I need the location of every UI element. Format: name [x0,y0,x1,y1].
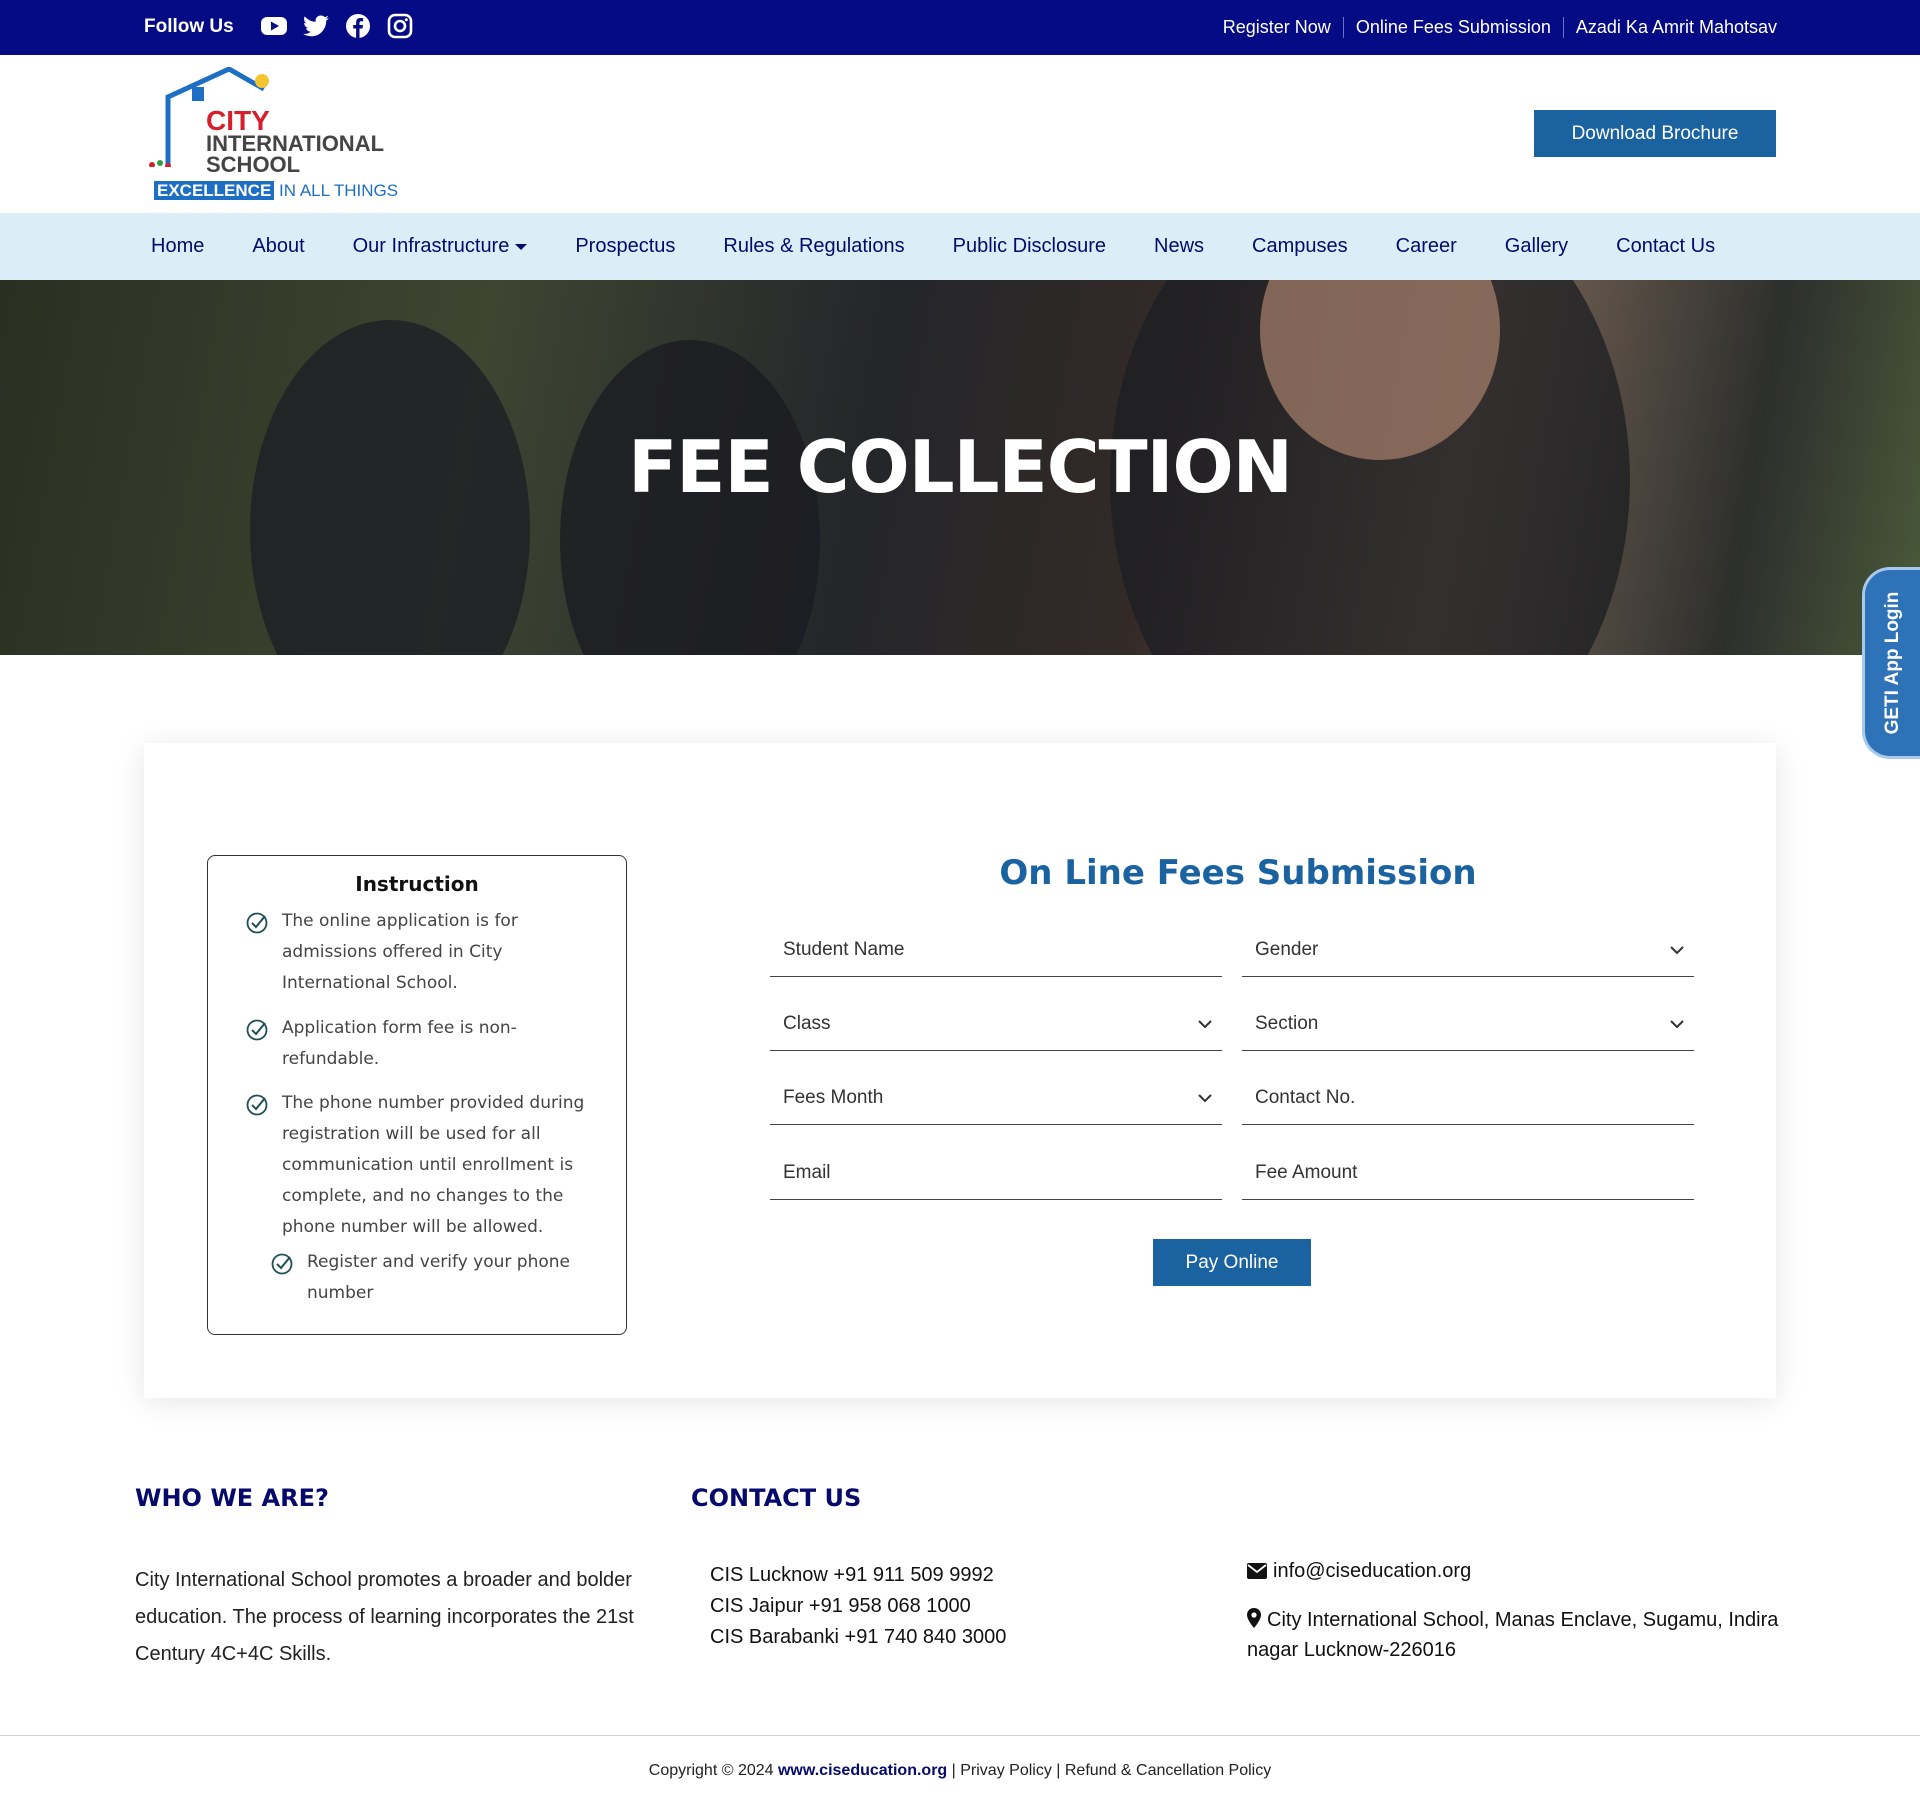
email-input[interactable]: Email [770,1150,1222,1200]
main-nav: Home About Our Infrastructure Prospectus… [0,213,1920,280]
nav-gallery[interactable]: Gallery [1505,235,1568,258]
fee-card: Instruction The online application is fo… [144,743,1776,1398]
privacy-link[interactable]: Privay Policy [960,1762,1052,1779]
check-circle-icon [246,1019,268,1041]
nav-prospectus[interactable]: Prospectus [575,235,675,258]
chevron-down-icon [1198,1094,1212,1103]
student-name-input[interactable]: Student Name [770,927,1222,977]
nav-about[interactable]: About [252,235,304,258]
email-contact[interactable]: info@ciseducation.org [1247,1560,1471,1583]
instruction-title: Instruction [355,872,479,896]
site-header: CITY INTERNATIONAL SCHOOL EXCELLENCE IN … [0,55,1920,213]
envelope-icon [1247,1563,1267,1579]
instruction-item: Application form fee is non-refundable. [246,1013,606,1075]
register-now-link[interactable]: Register Now [1211,17,1344,38]
chevron-down-icon [1198,1020,1212,1029]
online-fees-link[interactable]: Online Fees Submission [1344,17,1564,38]
refund-link[interactable]: Refund & Cancellation Policy [1065,1762,1271,1779]
contact-us-heading: CONTACT US [691,1484,862,1512]
class-select[interactable]: Class [770,1001,1222,1051]
top-links: Register Now Online Fees Submission Azad… [1211,17,1777,38]
who-we-are-heading: WHO WE ARE? [135,1484,329,1512]
download-brochure-button[interactable]: Download Brochure [1534,110,1776,157]
school-logo[interactable]: CITY INTERNATIONAL SCHOOL EXCELLENCE IN … [144,67,404,207]
instagram-icon[interactable] [386,12,414,40]
geti-app-login-tab[interactable]: GETI App Login [1862,567,1920,759]
map-pin-icon [1247,1608,1261,1628]
address-text: City International School, Manas Enclave… [1247,1609,1779,1661]
footer-divider [0,1735,1920,1736]
email-text: info@ciseducation.org [1273,1560,1472,1582]
check-circle-icon [246,912,268,934]
instruction-item: Register and verify your phone number [271,1247,601,1309]
copyright-text: Copyright © 2024 [648,1762,774,1779]
twitter-icon[interactable] [302,12,330,40]
instruction-item: The online application is for admissions… [246,906,606,999]
nav-infrastructure[interactable]: Our Infrastructure [353,235,528,258]
check-circle-icon [271,1253,293,1275]
azadi-link[interactable]: Azadi Ka Amrit Mahotsav [1564,17,1777,38]
contact-no-input[interactable]: Contact No. [1242,1075,1694,1125]
nav-public-disclosure[interactable]: Public Disclosure [953,235,1106,258]
who-we-are-text: City International School promotes a bro… [135,1569,634,1665]
fee-amount-input[interactable]: Fee Amount [1242,1150,1694,1200]
pay-online-button[interactable]: Pay Online [1153,1239,1311,1286]
form-title: On Line Fees Submission [999,853,1477,893]
section-select[interactable]: Section [1242,1001,1694,1051]
logo-tagline: EXCELLENCE IN ALL THINGS [154,181,398,201]
nav-campuses[interactable]: Campuses [1252,235,1348,258]
social-links [260,12,414,40]
geti-app-login-label: GETI App Login [1881,591,1903,735]
phone-lucknow[interactable]: CIS Lucknow +91 911 509 9992 [710,1560,1006,1591]
youtube-icon[interactable] [260,12,288,40]
phone-list: CIS Lucknow +91 911 509 9992 CIS Jaipur … [710,1560,1006,1653]
top-bar: Follow Us Register Now Online Fees Submi… [0,0,1920,55]
nav-home[interactable]: Home [151,235,204,258]
chevron-down-icon [1670,946,1684,955]
instruction-item: The phone number provided during registr… [246,1088,606,1243]
address-contact: City International School, Manas Enclave… [1247,1605,1787,1665]
follow-us-label: Follow Us [144,16,234,37]
copyright-bar: Copyright © 2024 www.ciseducation.org | … [648,1762,1272,1779]
nav-career[interactable]: Career [1396,235,1457,258]
page-title: FEE COLLECTION [628,425,1293,509]
gender-select[interactable]: Gender [1242,927,1694,977]
site-link[interactable]: www.ciseducation.org [778,1762,947,1779]
nav-news[interactable]: News [1154,235,1204,258]
chevron-down-icon [1670,1020,1684,1029]
logo-school: SCHOOL [206,152,301,177]
facebook-icon[interactable] [344,12,372,40]
hero-banner: FEE COLLECTION [0,280,1920,655]
nav-contact[interactable]: Contact Us [1616,235,1715,258]
fees-month-select[interactable]: Fees Month [770,1075,1222,1125]
instruction-box: Instruction The online application is fo… [207,855,627,1335]
phone-jaipur[interactable]: CIS Jaipur +91 958 068 1000 [710,1591,1006,1622]
nav-rules[interactable]: Rules & Regulations [723,235,904,258]
phone-barabanki[interactable]: CIS Barabanki +91 740 840 3000 [710,1622,1006,1653]
check-circle-icon [246,1094,268,1116]
